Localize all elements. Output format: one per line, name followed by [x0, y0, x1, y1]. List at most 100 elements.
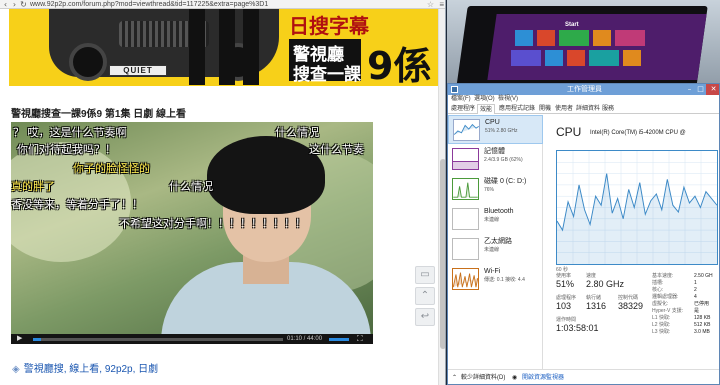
graph-time-label: 60 秒: [556, 267, 568, 273]
spec-label: 虛擬化:: [652, 301, 669, 307]
title-bar[interactable]: 工作管理員 – □ ✕: [448, 84, 719, 95]
tab-performance[interactable]: 效能: [477, 104, 496, 114]
menu-bar: 檔案(F) 選項(O) 檢視(V): [448, 95, 719, 104]
start-label: Start: [565, 22, 579, 28]
banner-episode: 9係: [367, 44, 432, 86]
forward-icon[interactable]: ›: [10, 0, 19, 9]
danmaku-comment: ？ 哎，这是什么节奏啊: [13, 126, 127, 139]
resource-name: CPU: [485, 119, 500, 126]
usage-value: 51%: [556, 279, 575, 289]
wallpaper-tile: [623, 50, 641, 66]
tab-details[interactable]: 詳細資料: [574, 104, 602, 114]
wallpaper-tile: [559, 30, 589, 46]
fullscreen-icon[interactable]: ⛶: [357, 334, 363, 344]
actor-hair: [207, 136, 325, 214]
wallpaper-tile: [511, 50, 541, 66]
spec-label: L3 快取:: [652, 329, 671, 335]
danmaku-comment: 什么情况: [275, 126, 319, 139]
wallpaper-start-screen: [487, 14, 707, 80]
danmaku-comment: 不希望这对分手啊！！！！！！！！！: [119, 217, 306, 230]
resource-monitor-icon: ◉: [512, 375, 518, 381]
resource-value: 未連線: [484, 247, 500, 253]
menu-icon[interactable]: ≡: [439, 0, 444, 9]
progress-fill: [33, 338, 41, 341]
close-icon[interactable]: ✕: [706, 84, 719, 95]
tab-bar: 處理程序 效能 應用程式記錄 開機 使用者 詳細資料 服務: [448, 104, 719, 114]
danmaku-comment: 这什么节奏: [309, 143, 364, 156]
player-controls: ▶ 01:10 / 44:00 ⛶: [11, 334, 373, 344]
tag-links[interactable]: 警視廳搜, 線上看, 92p2p, 日劇: [24, 364, 158, 375]
play-icon[interactable]: ▶: [17, 335, 22, 343]
wallpaper-tile: [545, 50, 563, 66]
resource-name: 磁碟 0 (C: D:): [484, 178, 527, 185]
resource-item-wifi[interactable]: Wi-Fi 傳送: 0.1 接收: 4.4: [448, 265, 543, 294]
bookmark-star-icon[interactable]: ☆: [427, 0, 434, 9]
license-plate: QUIET: [109, 65, 167, 76]
wallpaper-tile: [593, 30, 611, 46]
cpu-usage-graph: [556, 150, 718, 265]
spec-value: 已停用: [694, 301, 710, 307]
tab-startup[interactable]: 開機: [537, 104, 553, 114]
tab-app-history[interactable]: 應用程式記錄: [497, 104, 537, 114]
cpu-model: Intel(R) Core(TM) i5-4200M CPU @: [590, 130, 686, 136]
back-icon[interactable]: ↩: [415, 308, 435, 326]
minimize-icon[interactable]: –: [684, 84, 695, 95]
fewer-details-link[interactable]: 較少詳細資料(D): [461, 373, 505, 383]
tag-list: ◈ 警視廳搜, 線上看, 92p2p, 日劇: [12, 360, 158, 375]
chevron-up-icon[interactable]: ⌃: [452, 373, 457, 383]
resource-item-memory[interactable]: 記憶體 2.4/3.9 GB (62%): [448, 145, 543, 174]
back-icon[interactable]: ‹: [1, 0, 10, 9]
resource-value: 76%: [484, 187, 495, 193]
spec-label: 邏輯處理器:: [652, 294, 679, 300]
spec-value: 2: [694, 287, 697, 293]
url-field[interactable]: www.92p2p.com/forum.php?mod=viewthread&t…: [30, 0, 268, 9]
spec-label: 插槽:: [652, 280, 664, 286]
tab-users[interactable]: 使用者: [553, 104, 575, 114]
scroll-top-icon[interactable]: ⌃: [415, 287, 435, 305]
spec-value: 是: [694, 308, 700, 314]
bluetooth-mini-graph: [452, 208, 479, 230]
resource-item-disk[interactable]: 磁碟 0 (C: D:) 76%: [448, 175, 543, 204]
car-wheel: [69, 43, 107, 81]
open-resource-monitor-link[interactable]: 開啟資源監視器: [522, 373, 564, 383]
task-manager-window: 工作管理員 – □ ✕ 檔案(F) 選項(O) 檢視(V) 處理程序 效能 應用…: [447, 83, 720, 385]
progress-bar[interactable]: [33, 338, 283, 341]
resource-item-ethernet[interactable]: 乙太網路 未連線: [448, 235, 543, 264]
page-scrollbar[interactable]: [438, 9, 445, 385]
spec-value: 512 KB: [694, 322, 711, 328]
tab-processes[interactable]: 處理程序: [449, 104, 477, 114]
resource-item-cpu[interactable]: CPU 51% 2.80 GHz: [448, 115, 543, 144]
disk-mini-graph: [452, 178, 479, 200]
menu-options[interactable]: 選項(O): [474, 95, 495, 104]
address-bar: ‹ › ↻ www.92p2p.com/forum.php?mod=viewth…: [0, 0, 445, 9]
resource-list: CPU 51% 2.80 GHz 記憶體 2.4/3.9 GB (62%) 磁碟…: [448, 115, 543, 369]
danmaku-comment: 香没等来，等着分手了！！: [11, 198, 143, 211]
menu-view[interactable]: 檢視(V): [498, 95, 518, 104]
video-title: 警視廳搜查一課9係9 第1集 日劇 線上看: [11, 109, 187, 120]
spec-label: Hyper-V 支援:: [652, 308, 684, 314]
danmaku-comment: 你子的脸怪怪的: [73, 162, 150, 175]
resource-value: 傳送: 0.1 接收: 4.4: [484, 277, 525, 283]
spec-value: 1: [694, 280, 697, 286]
reload-icon[interactable]: ↻: [19, 0, 28, 9]
tab-services[interactable]: 服務: [600, 104, 616, 114]
tag-icon: ◈: [12, 364, 20, 375]
cpu-mini-graph: [453, 119, 480, 141]
ad-banner[interactable]: QUIET 日搜字幕 警視廳 搜查一課 9係: [9, 9, 440, 86]
spec-value: 3.0 MB: [694, 329, 710, 335]
footer: ⌃ 較少詳細資料(D) ◉ 開啟資源監視器: [448, 369, 719, 384]
wallpaper-tile: [615, 30, 645, 46]
scrollbar-thumb[interactable]: [440, 159, 445, 349]
danmaku-comment: 什么情况: [169, 180, 213, 193]
maximize-icon[interactable]: □: [695, 84, 706, 95]
menu-file[interactable]: 檔案(F): [451, 95, 471, 104]
resource-name: Bluetooth: [484, 208, 514, 215]
wallpaper-tile: [567, 50, 585, 66]
processes-value: 103: [556, 301, 572, 311]
video-player[interactable]: ？ 哎，这是什么节奏啊 什么情况 你们对待起我吗？！ 这什么节奏 你子的脸怪怪的…: [11, 122, 373, 344]
browser-window: ‹ › ↻ www.92p2p.com/forum.php?mod=viewth…: [0, 0, 446, 385]
spec-label: L1 快取:: [652, 315, 671, 321]
volume-slider[interactable]: [329, 338, 349, 341]
comment-icon[interactable]: ▭: [415, 266, 435, 284]
resource-item-bluetooth[interactable]: Bluetooth 未連線: [448, 205, 543, 234]
